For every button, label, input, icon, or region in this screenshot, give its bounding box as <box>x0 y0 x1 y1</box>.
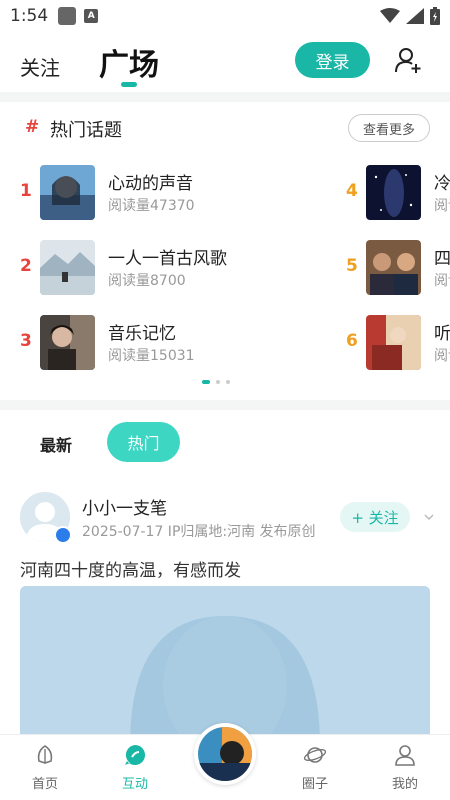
verified-icon <box>54 526 72 544</box>
topic-read-count: 阅读量15031 <box>108 348 195 364</box>
topic-read-count: 阅读量8700 <box>108 273 186 289</box>
wifi-icon <box>380 8 400 23</box>
topic-rank: 5 <box>346 256 358 276</box>
nav-mine-label: 我的 <box>391 777 418 792</box>
tab-follow[interactable]: 关注 <box>20 52 60 81</box>
nav-interact-label: 互动 <box>121 777 148 792</box>
user-icon <box>395 745 415 766</box>
pager-dot[interactable] <box>216 380 220 384</box>
status-time: 1:54 <box>10 6 49 26</box>
follow-button[interactable]: + 关注 <box>340 502 410 532</box>
topic-rank: 6 <box>346 331 358 351</box>
topic-thumbnail <box>40 240 95 295</box>
notification-icon <box>58 7 77 25</box>
topic-name: 冷 <box>434 174 450 194</box>
see-more-button[interactable]: 查看更多 <box>348 114 430 142</box>
chevron-down-icon[interactable] <box>424 512 434 522</box>
topic-thumbnail <box>40 315 95 370</box>
topic-thumbnail <box>40 165 95 220</box>
topic-rank: 3 <box>20 331 32 351</box>
topic-item[interactable]: 1 心动的声音 阅读量47370 <box>20 165 320 221</box>
topic-item[interactable]: 5 四 阅读 <box>346 240 450 296</box>
topic-item[interactable]: 3 音乐记忆 阅读量15031 <box>20 315 320 371</box>
bottom-nav: 首页 互动 圈子 我的 <box>0 723 450 800</box>
tab-hot[interactable]: 热门 <box>107 422 180 462</box>
topic-thumbnail <box>366 240 421 295</box>
app-badge-icon: A <box>84 9 99 23</box>
nav-home[interactable]: 首页 <box>15 743 75 792</box>
topic-item[interactable]: 4 冷 阅读 <box>346 165 450 221</box>
post-author[interactable]: 小小一支笔 <box>82 494 167 519</box>
topic-name: 音乐记忆 <box>108 324 176 344</box>
topic-item[interactable]: 2 一人一首古风歌 阅读量8700 <box>20 240 320 296</box>
topic-read-count: 阅读量47370 <box>108 198 195 214</box>
nav-home-label: 首页 <box>31 777 58 792</box>
tab-latest[interactable]: 最新 <box>40 432 72 456</box>
post-image[interactable] <box>20 586 430 746</box>
topic-item[interactable]: 6 听 阅读 <box>346 315 450 371</box>
section-divider <box>0 92 450 102</box>
nav-interact[interactable]: 互动 <box>105 743 165 792</box>
home-leaf-icon <box>37 745 53 764</box>
topic-rank: 1 <box>20 181 32 201</box>
topic-rank: 4 <box>346 181 358 201</box>
post-meta: 2025-07-17 IP归属地:河南 发布原创 <box>82 524 316 540</box>
hot-topics-title: 热门话题 <box>50 120 122 141</box>
topic-rank: 2 <box>20 256 32 276</box>
topic-name: 心动的声音 <box>108 174 193 194</box>
pager-dot[interactable] <box>202 380 210 384</box>
nav-center-button[interactable] <box>194 723 256 785</box>
topic-read-count: 阅读 <box>434 198 450 214</box>
login-button[interactable]: 登录 <box>295 42 370 78</box>
nav-circle[interactable]: 圈子 <box>285 743 345 792</box>
nav-circle-label: 圈子 <box>301 777 328 792</box>
post-text: 河南四十度的高温，有感而发 <box>20 561 241 581</box>
topic-name: 四 <box>434 249 450 269</box>
status-bar: 1:54 A <box>0 0 450 32</box>
topic-read-count: 阅读 <box>434 348 450 364</box>
topic-read-count: 阅读 <box>434 273 450 289</box>
planet-icon <box>303 747 327 763</box>
signal-icon <box>406 8 424 24</box>
section-divider <box>0 400 450 410</box>
add-user-icon[interactable] <box>394 46 422 74</box>
topic-thumbnail <box>366 315 421 370</box>
carousel-pager <box>202 380 230 384</box>
tab-square[interactable]: 广场 <box>99 40 159 84</box>
hash-icon: # <box>25 117 40 137</box>
nav-mine[interactable]: 我的 <box>375 743 435 792</box>
topic-name: 听 <box>434 324 450 344</box>
battery-icon <box>430 7 440 25</box>
top-header: 关注 广场 登录 <box>0 36 450 90</box>
chat-icon <box>125 745 145 765</box>
topic-name: 一人一首古风歌 <box>108 249 227 269</box>
topic-thumbnail <box>366 165 421 220</box>
hot-topics-header: # 热门话题 查看更多 <box>0 112 450 144</box>
active-tab-indicator <box>121 82 137 87</box>
pager-dot[interactable] <box>226 380 230 384</box>
